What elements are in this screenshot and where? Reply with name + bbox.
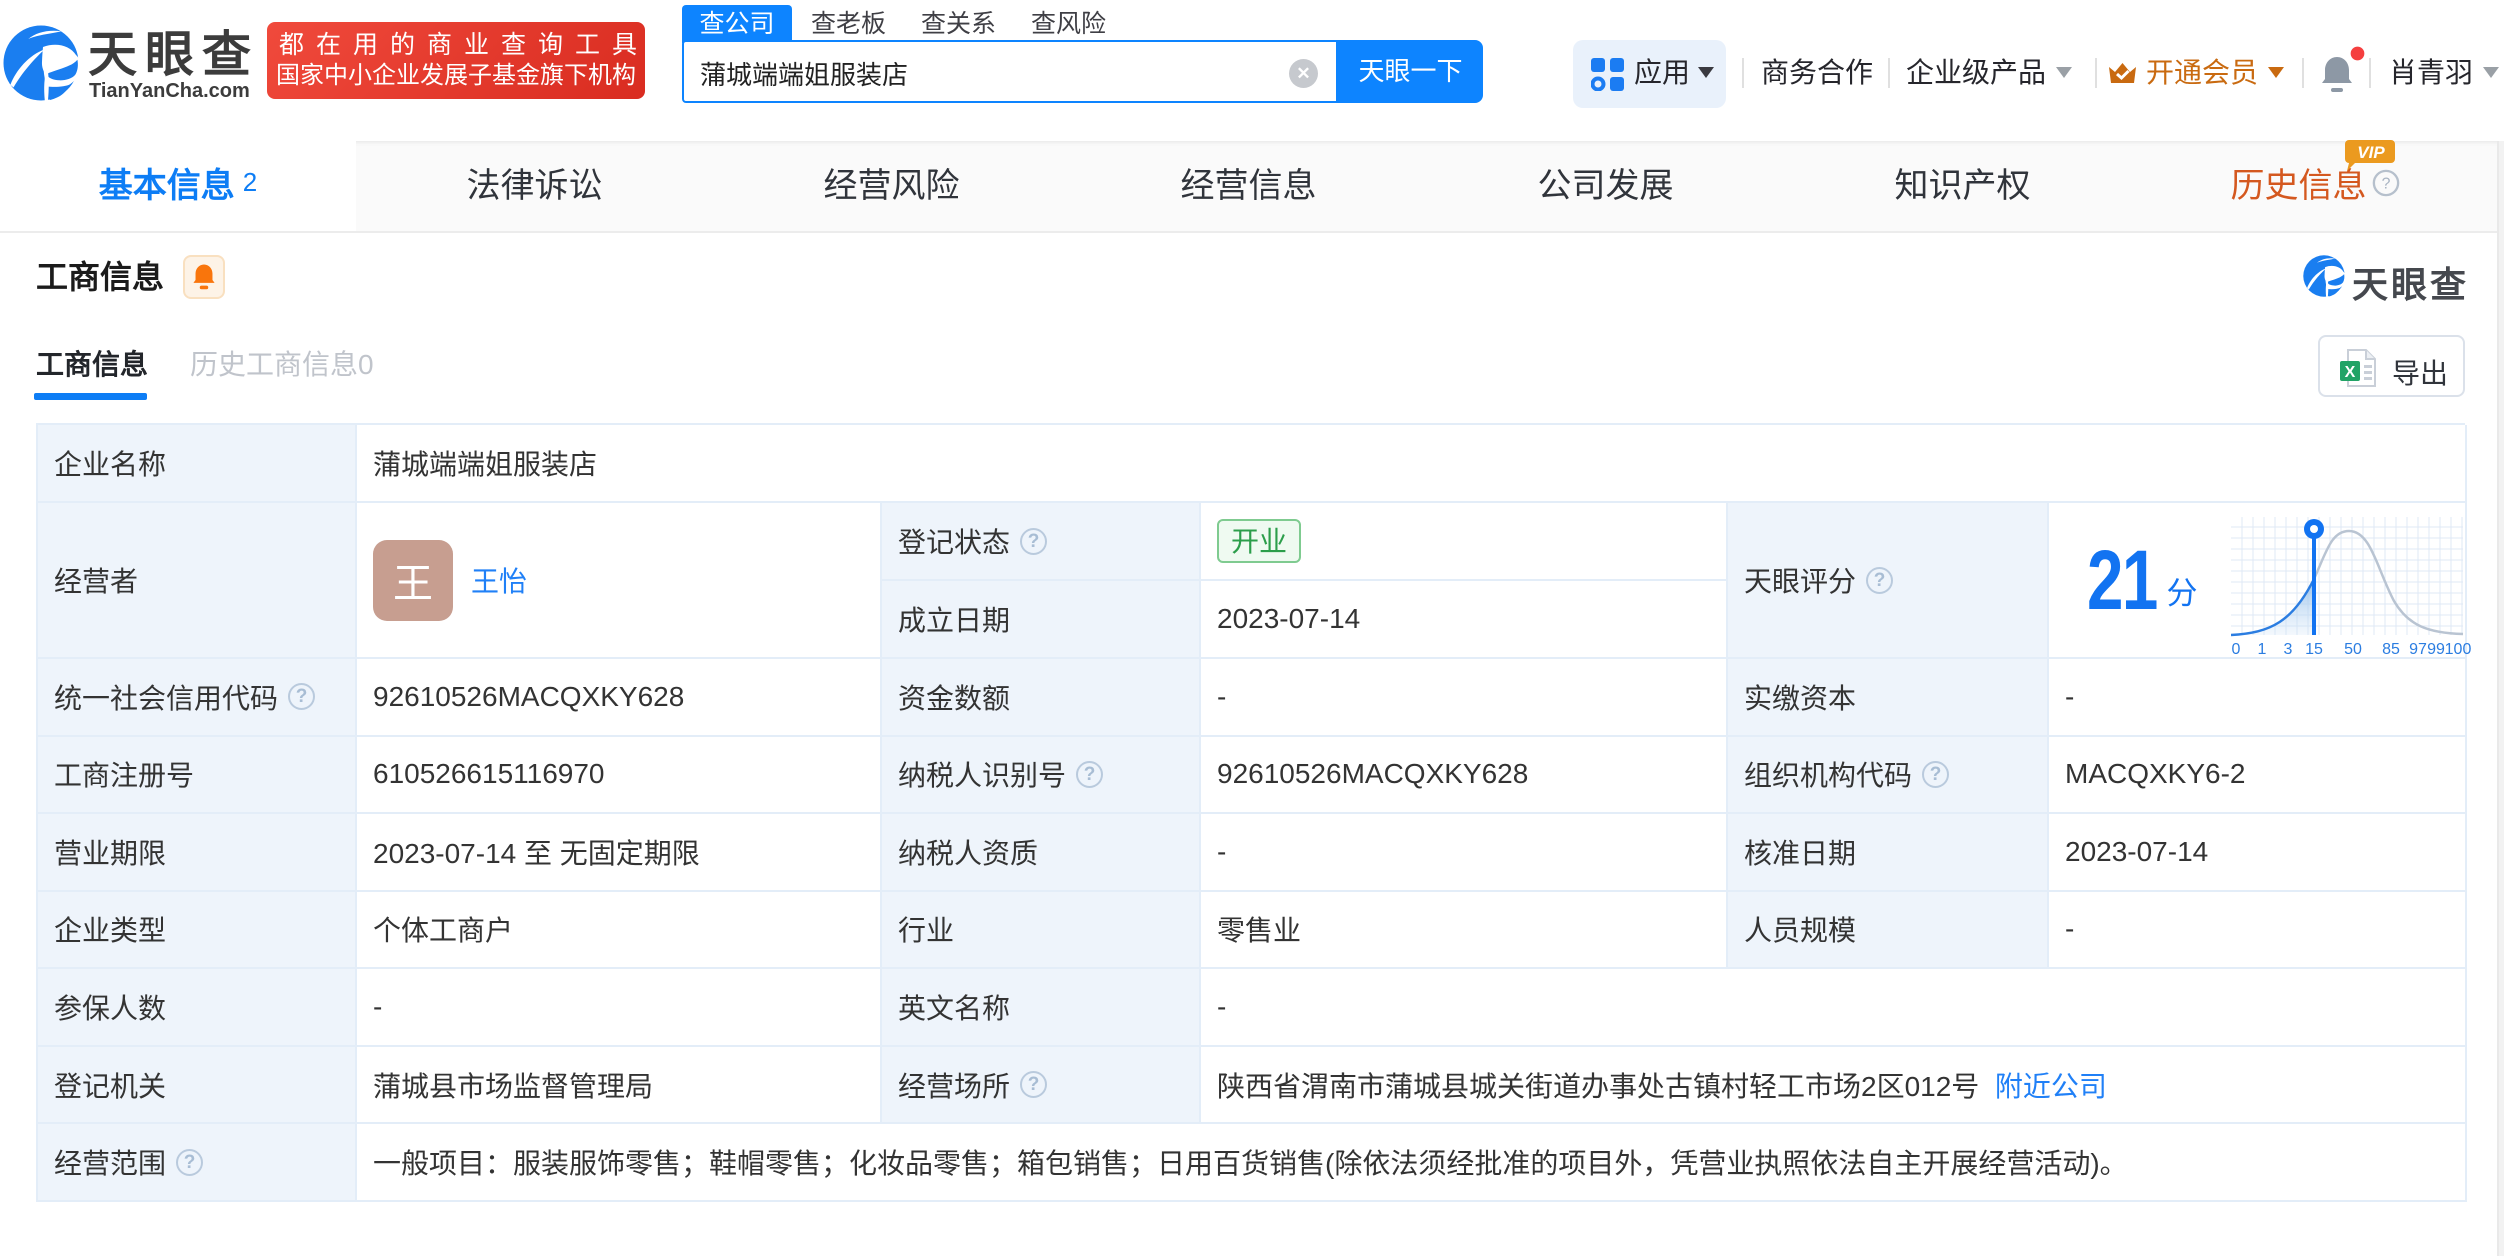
svg-text:1: 1 <box>2258 641 2267 657</box>
svg-text:VIP: VIP <box>2357 143 2385 162</box>
svg-text:85: 85 <box>2382 641 2400 657</box>
svg-text:100: 100 <box>2445 641 2472 657</box>
svg-text:?: ? <box>2382 176 2391 193</box>
svg-text:X: X <box>2345 364 2356 381</box>
svg-text:15: 15 <box>2305 641 2323 657</box>
svg-text:0: 0 <box>2232 641 2241 657</box>
svg-text:50: 50 <box>2344 641 2362 657</box>
svg-text:97: 97 <box>2409 641 2427 657</box>
svg-text:99: 99 <box>2427 641 2445 657</box>
svg-text:3: 3 <box>2284 641 2293 657</box>
